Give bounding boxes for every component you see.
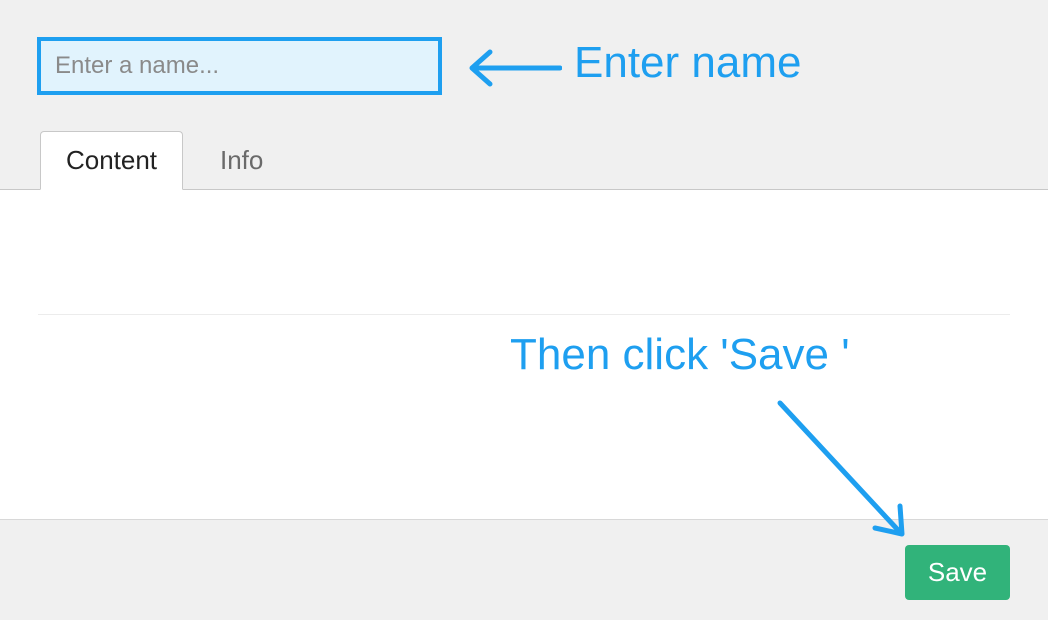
tab-content-label: Content <box>66 145 157 176</box>
tab-info[interactable]: Info <box>200 131 283 190</box>
tab-info-label: Info <box>220 145 263 176</box>
divider <box>38 314 1010 315</box>
tab-bar: Content Info <box>0 131 1048 190</box>
arrow-left-icon <box>462 48 562 88</box>
tab-content[interactable]: Content <box>40 131 183 190</box>
annotation-click-save: Then click 'Save ' <box>510 330 850 380</box>
annotation-enter-name: Enter name <box>574 38 801 88</box>
name-input[interactable] <box>37 37 442 95</box>
save-button[interactable]: Save <box>905 545 1010 600</box>
